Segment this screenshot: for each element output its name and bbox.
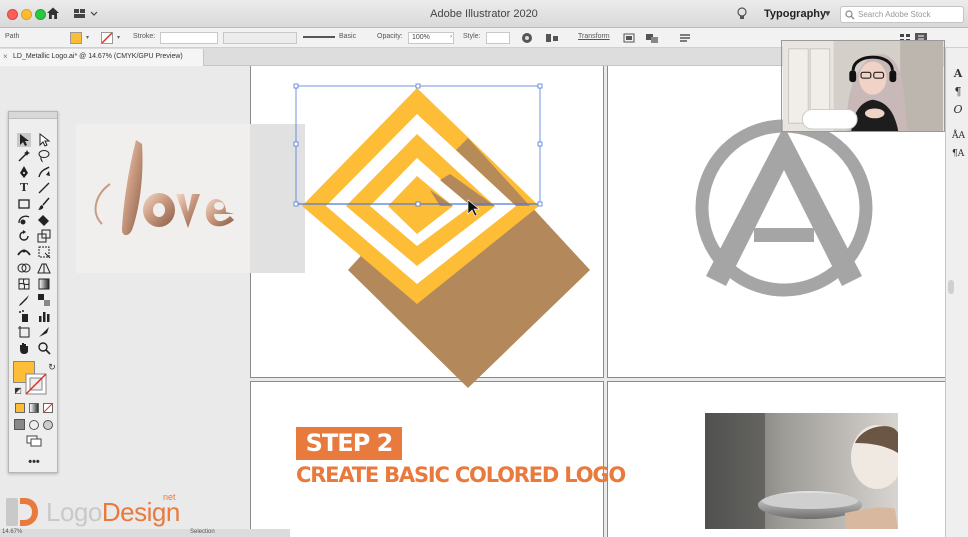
edit-toolbar-icon[interactable]: ••• bbox=[27, 455, 41, 469]
draw-normal-icon[interactable] bbox=[14, 419, 25, 430]
isolate-selected-icon[interactable] bbox=[622, 32, 636, 44]
stroke-label: Stroke: bbox=[133, 33, 156, 40]
search-icon bbox=[845, 10, 855, 20]
direct-selection-tool-icon[interactable] bbox=[37, 133, 51, 147]
status-bar: 14.67% Selection bbox=[0, 529, 290, 537]
swap-fill-stroke-icon[interactable]: ↻ bbox=[45, 360, 59, 374]
style-label: Style: bbox=[463, 33, 481, 40]
brand-wordmark: LogoDesign bbox=[46, 497, 180, 528]
opacity-field[interactable]: 100% bbox=[408, 32, 454, 44]
reference-a-emblem[interactable]: A bbox=[692, 116, 876, 300]
document-tab-label: LD_Metallic Logo.ai* @ 14.67% (CMYK/GPU … bbox=[13, 53, 183, 60]
chevron-down-icon[interactable]: ▾ bbox=[86, 34, 89, 41]
current-tool-label: Selection bbox=[190, 529, 215, 535]
stroke-none-swatch[interactable] bbox=[101, 32, 113, 44]
emblem-letter: A bbox=[784, 214, 785, 217]
draw-inside-icon[interactable] bbox=[43, 420, 53, 430]
brush-stroke-preview bbox=[303, 36, 335, 38]
fill-color-swatch[interactable] bbox=[70, 32, 82, 44]
eraser-tool-icon[interactable] bbox=[37, 213, 51, 227]
artboard-canvas[interactable]: love A STEP 2 CREATE BASIC COLORED LOGO bbox=[0, 66, 945, 537]
magic-wand-tool-icon[interactable] bbox=[17, 149, 31, 163]
graphic-style-picker[interactable] bbox=[486, 32, 510, 44]
selection-bounding-box[interactable] bbox=[292, 82, 546, 217]
color-mode-button[interactable] bbox=[15, 403, 25, 413]
curvature-tool-icon[interactable] bbox=[37, 165, 51, 179]
brand-logo-part: Logo bbox=[46, 497, 102, 527]
tools-panel: T ↻ ◩ ••• bbox=[8, 111, 58, 473]
pen-tool-icon[interactable] bbox=[17, 165, 31, 179]
width-tool-icon[interactable] bbox=[17, 245, 31, 259]
hand-tool-icon[interactable] bbox=[17, 341, 31, 355]
close-tab-icon[interactable]: × bbox=[3, 52, 8, 61]
gradient-mode-button[interactable] bbox=[29, 403, 39, 413]
zoom-tool-icon[interactable] bbox=[37, 341, 51, 355]
none-mode-button[interactable] bbox=[43, 403, 53, 413]
rectangle-tool-icon[interactable] bbox=[17, 197, 31, 211]
character-icon[interactable]: A bbox=[952, 68, 964, 80]
line-segment-tool-icon[interactable] bbox=[37, 181, 51, 195]
selection-tool-icon[interactable] bbox=[17, 133, 31, 147]
workspace-label: Typography bbox=[764, 8, 827, 20]
glyphs-icon[interactable]: ÅA bbox=[952, 130, 965, 142]
presenter-webcam-video bbox=[781, 40, 945, 132]
stroke-color-box[interactable] bbox=[25, 373, 47, 395]
mesh-tool-icon[interactable] bbox=[17, 277, 31, 291]
shape-builder-tool-icon[interactable] bbox=[17, 261, 31, 275]
brush-definition-label[interactable]: Basic bbox=[339, 33, 356, 40]
default-fill-stroke-icon[interactable]: ◩ bbox=[11, 384, 25, 398]
quick-actions-icon[interactable] bbox=[678, 32, 692, 44]
love-balloon-image[interactable]: love bbox=[76, 124, 305, 273]
stock-search-placeholder: Search Adobe Stock bbox=[858, 10, 931, 19]
recolor-artwork-icon[interactable] bbox=[520, 32, 534, 44]
lasso-tool-icon[interactable] bbox=[37, 149, 51, 163]
symbol-sprayer-tool-icon[interactable] bbox=[17, 309, 31, 323]
selection-type-label: Path bbox=[5, 33, 20, 40]
chevron-right-icon[interactable]: › bbox=[450, 34, 452, 40]
workspace-switcher[interactable]: Typography ▾ bbox=[758, 6, 832, 22]
logodesign-watermark: LogoDesign net bbox=[4, 492, 194, 532]
gradient-tool-icon[interactable] bbox=[37, 277, 51, 291]
title-bar: Adobe Illustrator 2020 Typography ▾ Sear… bbox=[0, 0, 968, 28]
arrange-icon[interactable] bbox=[645, 32, 659, 44]
discover-bulb-icon[interactable] bbox=[736, 7, 748, 21]
align-options-icon[interactable] bbox=[545, 32, 559, 44]
type-tool-icon[interactable]: T bbox=[17, 181, 31, 195]
right-panel-dock: A ¶ O ÅA ¶A bbox=[945, 48, 968, 537]
opentype-icon[interactable]: O bbox=[952, 104, 964, 116]
perspective-grid-tool-icon[interactable] bbox=[37, 261, 51, 275]
opacity-label: Opacity: bbox=[377, 33, 403, 40]
transform-link[interactable]: Transform bbox=[578, 33, 610, 40]
column-graph-tool-icon[interactable] bbox=[37, 309, 51, 323]
chevron-down-icon[interactable]: ▾ bbox=[117, 34, 120, 41]
step-title: CREATE BASIC COLORED LOGO bbox=[296, 463, 626, 487]
opacity-value: 100% bbox=[412, 34, 430, 41]
step-badge: STEP 2 bbox=[296, 427, 402, 460]
blend-tool-icon[interactable] bbox=[37, 293, 51, 307]
stroke-weight-field[interactable] bbox=[160, 32, 218, 44]
artboard-tool-icon[interactable] bbox=[17, 325, 31, 339]
char-styles-icon[interactable]: ¶A bbox=[952, 148, 964, 160]
logodesign-mark-icon bbox=[6, 498, 38, 526]
paintbrush-tool-icon[interactable] bbox=[37, 197, 51, 211]
draw-behind-icon[interactable] bbox=[29, 420, 39, 430]
document-tab[interactable]: × LD_Metallic Logo.ai* @ 14.67% (CMYK/GP… bbox=[0, 49, 204, 66]
brand-net-part: net bbox=[163, 492, 176, 502]
zoom-level[interactable]: 14.67% bbox=[2, 529, 22, 535]
reference-photo-image[interactable] bbox=[705, 413, 898, 529]
chevron-down-icon: ▾ bbox=[825, 8, 830, 18]
screen-mode-icon[interactable] bbox=[26, 435, 42, 447]
eyedropper-tool-icon[interactable] bbox=[17, 293, 31, 307]
tools-panel-header[interactable] bbox=[9, 112, 57, 119]
scale-tool-icon[interactable] bbox=[37, 229, 51, 243]
shaper-tool-icon[interactable] bbox=[17, 213, 31, 227]
rotate-tool-icon[interactable] bbox=[17, 229, 31, 243]
canvas-vertical-scrollbar[interactable] bbox=[948, 280, 954, 294]
free-transform-tool-icon[interactable] bbox=[37, 245, 51, 259]
variable-width-profile[interactable] bbox=[223, 32, 297, 44]
stock-search-input[interactable]: Search Adobe Stock bbox=[840, 6, 964, 23]
slice-tool-icon[interactable] bbox=[37, 325, 51, 339]
paragraph-icon[interactable]: ¶ bbox=[952, 86, 964, 98]
